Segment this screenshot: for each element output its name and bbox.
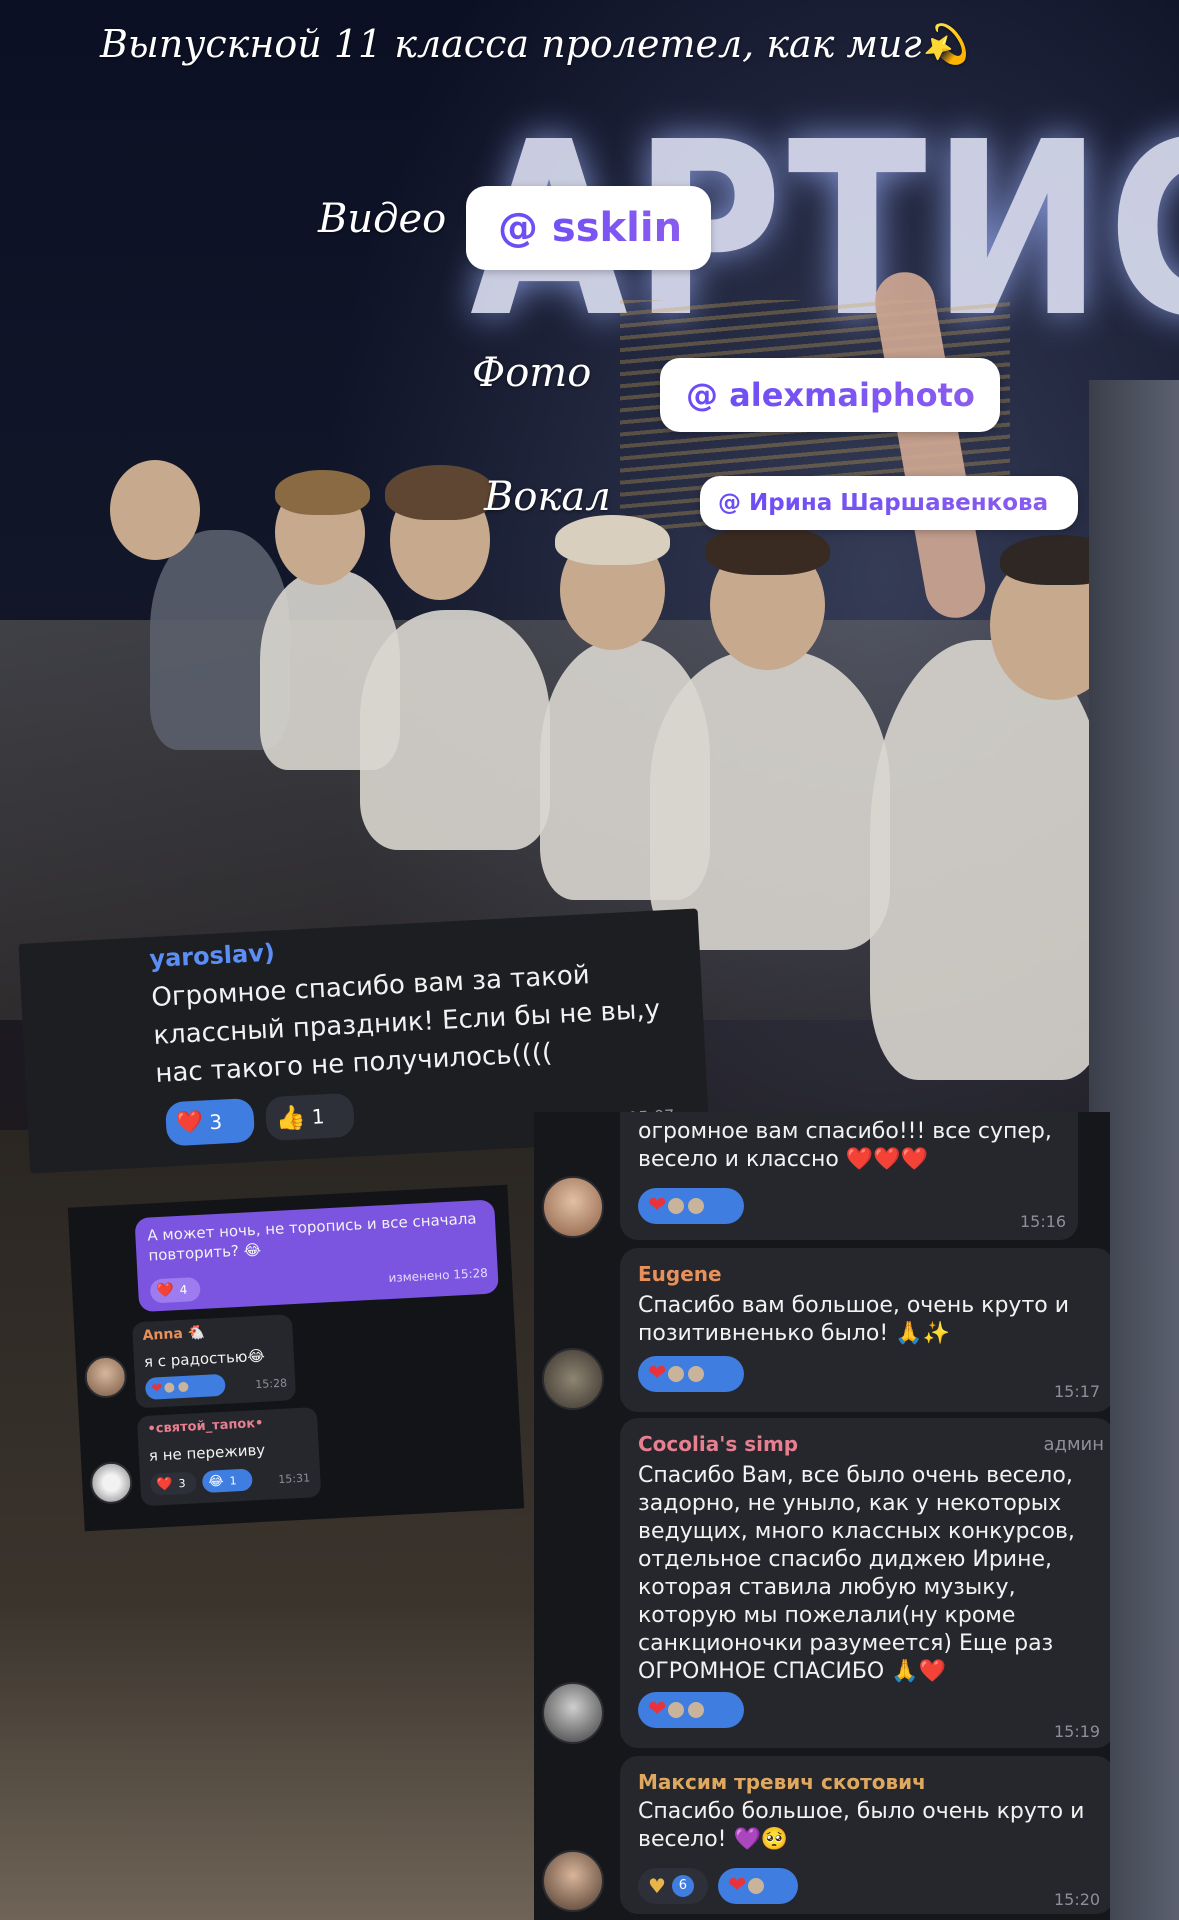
incoming-message-bubble: •святой_тапок• я не переживу ❤️ 3 😂 1 15… <box>136 1406 322 1507</box>
credit-label-vocal: Вокал <box>484 474 611 520</box>
message-text: Спасибо большое, было очень круто и весе… <box>638 1799 1085 1852</box>
person-silhouette <box>650 650 890 950</box>
heart-icon: ❤ <box>151 1380 163 1397</box>
reactor-avatar <box>161 1380 177 1396</box>
reaction-heart[interactable]: ❤️ 3 <box>164 1097 256 1147</box>
message-time: 15:16 <box>1020 1212 1067 1231</box>
avatar[interactable] <box>542 1176 604 1238</box>
message-text: огромное вам спасибо!!! все супер, весел… <box>638 1119 1052 1172</box>
person-hair <box>555 515 670 565</box>
person-hair <box>275 470 370 515</box>
person-head <box>110 460 200 560</box>
message-time: 15:19 <box>1054 1722 1101 1741</box>
credit-label-video: Видео <box>318 196 447 242</box>
reactor-avatar <box>686 1196 707 1216</box>
avatar[interactable] <box>83 1354 128 1400</box>
message-text: я не переживу <box>148 1440 266 1465</box>
reaction-count: 4 <box>179 1282 188 1297</box>
avatar[interactable] <box>89 1460 134 1505</box>
reaction-heart[interactable]: ❤ <box>144 1373 226 1400</box>
avatar[interactable] <box>542 1348 604 1410</box>
incoming-message-bubble: Eugene Спасибо вам большое, очень круто … <box>620 1248 1110 1412</box>
reaction-count: 1 <box>311 1104 326 1129</box>
person-hair <box>705 525 830 575</box>
sender-name: •святой_тапок• <box>147 1415 264 1437</box>
reactor-avatar <box>686 1364 707 1384</box>
person-silhouette <box>360 610 550 850</box>
sender-name: Eugene <box>638 1262 722 1286</box>
message-text: Огромное спасибо вам за такой классный п… <box>150 960 661 1089</box>
message-text: Спасибо вам большое, очень круто и позит… <box>638 1293 1070 1346</box>
thumbs-up-icon: 👍 <box>275 1103 307 1133</box>
outgoing-message-bubble: А может ночь, не торопись и все сначала … <box>134 1199 499 1313</box>
chat-screenshot-left: А может ночь, не торопись и все сначала … <box>67 1184 525 1532</box>
message-time: 15:20 <box>1054 1890 1101 1909</box>
laughing-face-icon: 😂 <box>207 1473 224 1490</box>
mention-text: @ Ирина Шаршавенкова <box>718 490 1049 516</box>
reaction-heart[interactable]: ❤️ 3 <box>149 1471 197 1496</box>
reaction-heart[interactable]: ❤ <box>638 1356 744 1392</box>
message-time: 15:17 <box>1054 1382 1101 1401</box>
admin-badge: админ <box>1043 1434 1104 1455</box>
mention-tag-photo[interactable]: @ alexmaiphoto <box>660 358 1000 432</box>
message-text: А может ночь, не торопись и все сначала … <box>146 1209 477 1265</box>
reactor-avatar <box>666 1364 687 1384</box>
avatar[interactable] <box>542 1682 604 1744</box>
reactor-avatar <box>666 1196 687 1216</box>
reaction-heart[interactable]: ❤ <box>638 1188 744 1224</box>
edited-timestamp: изменено 15:28 <box>388 1265 489 1286</box>
sender-name: Cocolia's simp <box>638 1432 799 1456</box>
avatar[interactable] <box>542 1850 604 1912</box>
message-time: 15:28 <box>254 1376 288 1392</box>
sender-name: yaroslav) <box>148 938 276 974</box>
incoming-message-bubble: огромное вам спасибо!!! все супер, весел… <box>620 1112 1078 1240</box>
reaction-heart[interactable]: ❤ <box>718 1868 798 1904</box>
mention-tag-video[interactable]: @ ssklin <box>466 186 711 270</box>
reaction-heart[interactable]: ❤ <box>638 1692 744 1728</box>
reaction-count: 6 <box>671 1875 694 1897</box>
message-text: Спасибо Вам, все было очень весело, задо… <box>638 1463 1075 1684</box>
person-hair <box>385 465 495 520</box>
chat-screenshot-right: огромное вам спасибо!!! все супер, весел… <box>534 1112 1110 1920</box>
heart-icon: ❤️ <box>155 1282 175 1300</box>
story-title: Выпускной 11 класса пролетел, как миг💫 <box>100 22 969 66</box>
yellow-heart-icon: ♥ <box>648 1874 666 1898</box>
message-time: 15:31 <box>277 1471 311 1487</box>
heart-icon: ❤ <box>648 1193 667 1218</box>
reactor-avatar <box>175 1379 191 1395</box>
heart-icon: ❤ <box>728 1873 747 1898</box>
incoming-message-bubble: Anna 🐔 я с радостью😂 ❤ 15:28 <box>131 1314 297 1409</box>
heart-icon: ❤️ <box>175 1109 205 1136</box>
reactor-avatar <box>666 1700 687 1720</box>
reaction-laugh[interactable]: 😂 1 <box>201 1468 253 1494</box>
reaction-hearts-gold[interactable]: ♥ 6 <box>638 1868 708 1904</box>
credit-label-photo: Фото <box>472 350 592 396</box>
incoming-message-bubble: Cocolia's simp админ Спасибо Вам, все бы… <box>620 1418 1110 1748</box>
heart-icon: ❤ <box>648 1697 667 1722</box>
sender-name: Anna 🐔 <box>142 1324 206 1344</box>
reaction-thumbs-up[interactable]: 👍 1 <box>264 1092 355 1142</box>
reaction-count: 3 <box>178 1476 186 1490</box>
person-silhouette <box>870 640 1110 1080</box>
reaction-count: 3 <box>208 1109 223 1135</box>
reactor-avatar <box>746 1876 767 1896</box>
heart-icon: ❤️ <box>156 1476 173 1492</box>
heart-icon: ❤ <box>648 1361 667 1386</box>
mention-text: @ alexmaiphoto <box>686 376 975 414</box>
mention-tag-vocal[interactable]: @ Ирина Шаршавенкова <box>700 476 1078 530</box>
message-text: я с радостью😂 <box>143 1346 266 1371</box>
mention-text: @ ssklin <box>498 205 683 251</box>
sender-name: Максим тревич скотович <box>638 1770 926 1794</box>
reactor-avatar <box>686 1700 707 1720</box>
reaction-heart[interactable]: ❤️ 4 <box>149 1276 201 1304</box>
reaction-count: 1 <box>229 1473 237 1488</box>
incoming-message-bubble: Максим тревич скотович Спасибо большое, … <box>620 1756 1110 1914</box>
